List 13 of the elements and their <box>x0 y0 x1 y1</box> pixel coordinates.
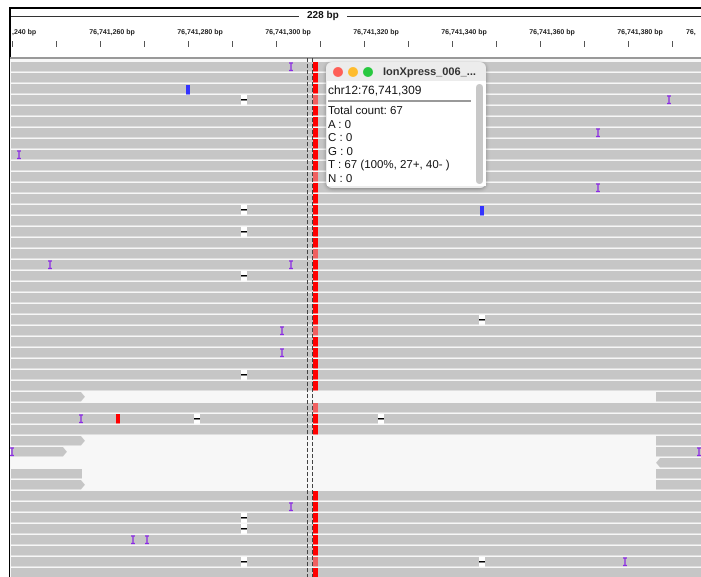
popup-title: IonXpress_006_... <box>383 66 476 78</box>
scrollbar[interactable] <box>476 84 483 184</box>
zoom-button[interactable] <box>363 66 373 76</box>
minimize-button[interactable] <box>348 66 358 76</box>
count-text: G : 0 <box>328 146 354 159</box>
count-text: A : 0 <box>328 118 352 132</box>
count-text: T : 67 (100%, 27+, 40- ) <box>328 159 451 172</box>
close-button[interactable] <box>333 66 343 76</box>
count-text: Total count: 67 <box>328 105 404 118</box>
span-label: 228 bp <box>299 10 347 21</box>
count-text: N : 0 <box>328 172 354 186</box>
locus-text: chr12:76,741,309 <box>328 83 422 98</box>
count-text: C : 0 <box>328 132 354 146</box>
